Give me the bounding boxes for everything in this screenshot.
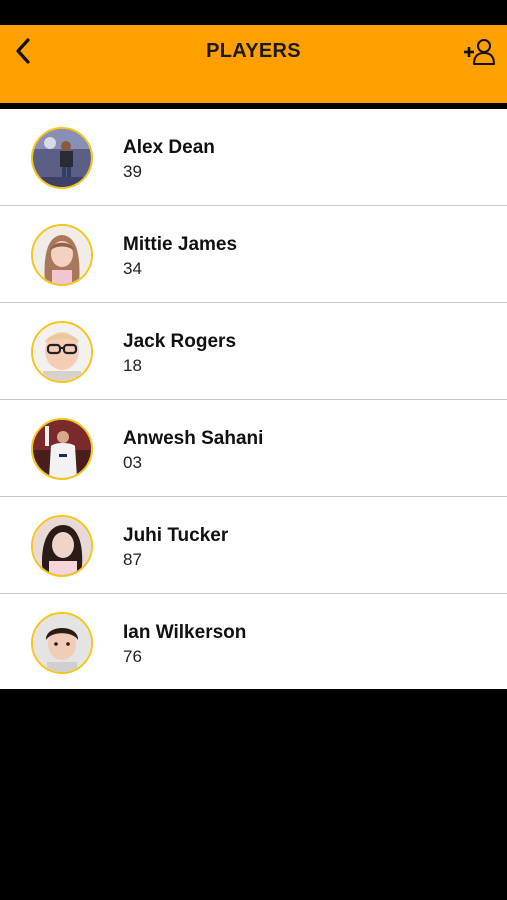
player-number: 34	[123, 259, 142, 278]
player-row[interactable]: Jack Rogers 18	[0, 303, 507, 400]
status-bar	[0, 0, 507, 25]
player-name: Alex Dean	[123, 137, 215, 158]
player-row[interactable]: Juhi Tucker 87	[0, 497, 507, 594]
player-number: 76	[123, 647, 142, 666]
add-player-button[interactable]	[461, 36, 497, 68]
player-number: 03	[123, 453, 142, 472]
player-name: Mittie James	[123, 234, 238, 255]
player-name: Juhi Tucker	[123, 525, 229, 546]
player-name: Jack Rogers	[123, 331, 237, 352]
player-row[interactable]: Ian Wilkerson 76	[0, 594, 507, 689]
add-user-icon	[464, 39, 495, 65]
player-number: 39	[123, 162, 142, 181]
player-avatar	[31, 515, 93, 577]
app-header	[0, 25, 507, 103]
player-avatar	[31, 127, 93, 189]
player-row[interactable]: Mittie James 34	[0, 206, 507, 303]
players-screen: PLAYERS Alex Dean 39 Mittie James 34 Jac…	[0, 0, 507, 900]
player-list: Alex Dean 39 Mittie James 34 Jack Rogers…	[0, 109, 507, 689]
page-title: PLAYERS	[206, 40, 301, 62]
player-row[interactable]: Alex Dean 39	[0, 109, 507, 206]
player-avatar	[31, 612, 93, 674]
player-avatar	[31, 418, 93, 480]
player-number: 18	[123, 356, 142, 375]
player-number: 87	[123, 550, 142, 569]
player-avatar	[31, 321, 93, 383]
player-name: Ian Wilkerson	[123, 622, 247, 643]
player-row[interactable]: Anwesh Sahani 03	[0, 400, 507, 497]
player-name: Anwesh Sahani	[123, 428, 264, 449]
player-avatar	[31, 224, 93, 286]
